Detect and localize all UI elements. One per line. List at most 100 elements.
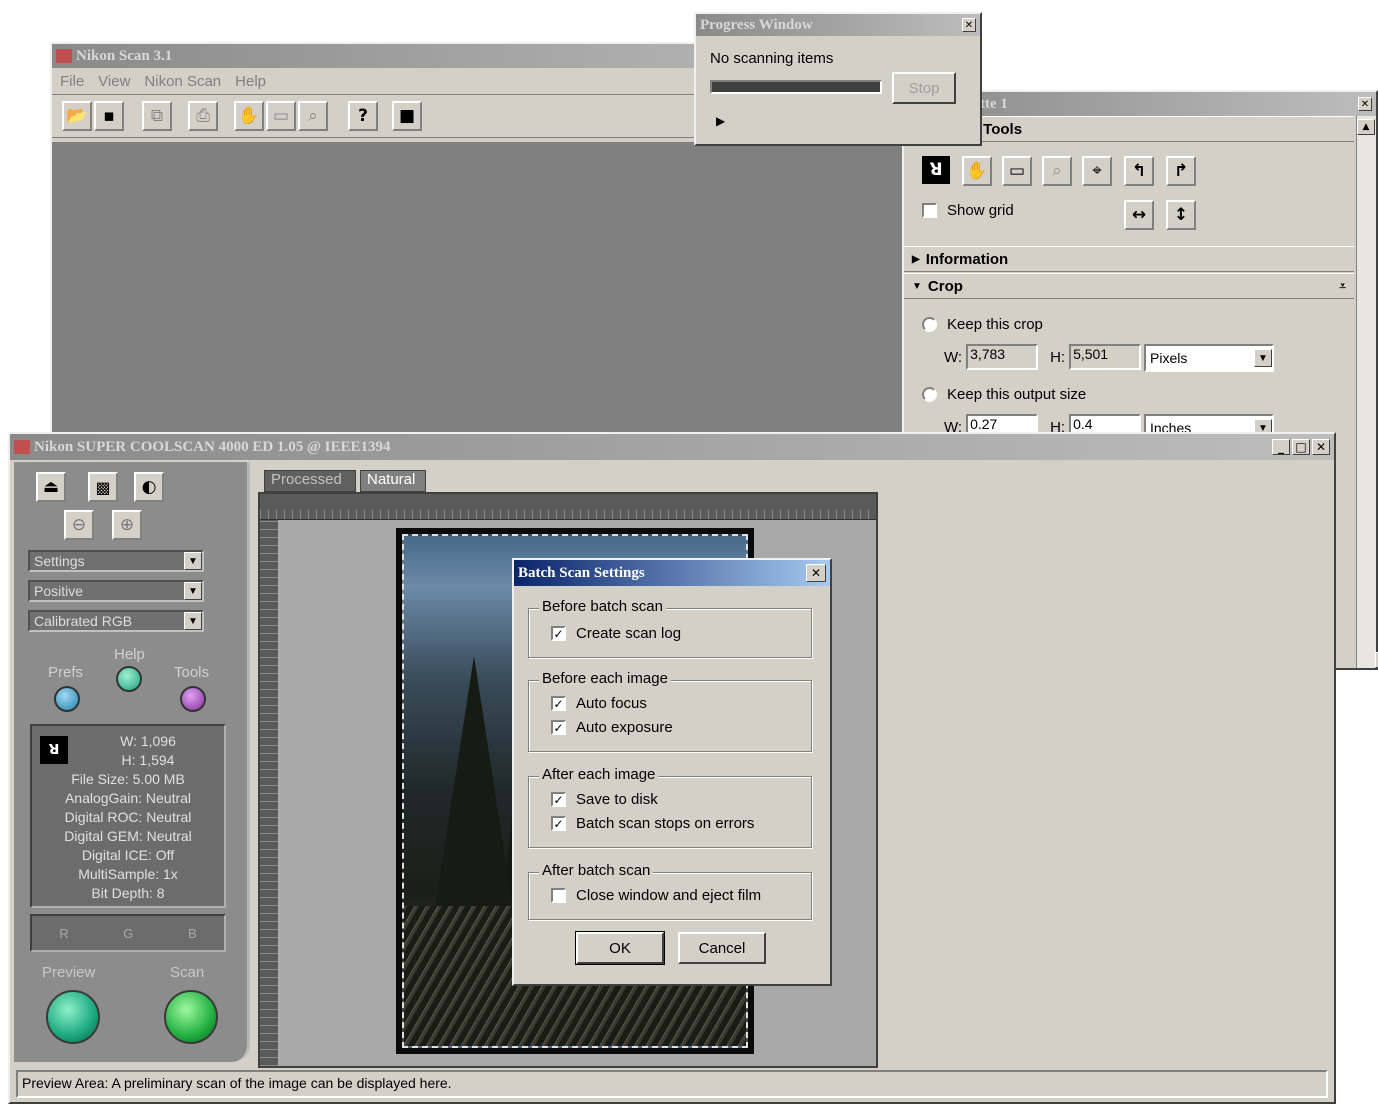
crop-section-header[interactable]: ▼ Crop ⩡ xyxy=(904,273,1354,299)
target-tool-icon[interactable]: ⌖ xyxy=(1082,156,1112,186)
save-icon[interactable]: ▪ xyxy=(94,101,124,131)
scroll-up-icon[interactable]: ▲ xyxy=(1357,119,1375,135)
group-label: After batch scan xyxy=(539,862,654,879)
keep-crop-option[interactable]: Keep this crop xyxy=(922,316,1043,333)
stop-button[interactable]: Stop xyxy=(892,72,956,104)
app-icon xyxy=(56,49,72,63)
grain-icon[interactable]: ▩ xyxy=(88,472,118,502)
auto-exposure-option[interactable]: ✓ Auto exposure xyxy=(551,719,673,736)
info-digital-gem: Digital GEM: Neutral xyxy=(64,828,192,844)
create-scan-log-option[interactable]: ✓ Create scan log xyxy=(551,625,681,642)
keep-crop-label: Keep this crop xyxy=(947,316,1043,333)
checkbox[interactable]: ✓ xyxy=(551,816,566,831)
checkbox[interactable] xyxy=(551,888,566,903)
tab-natural[interactable]: Natural xyxy=(360,470,426,492)
keep-output-option[interactable]: Keep this output size xyxy=(922,386,1086,403)
checkbox-label: Close window and eject film xyxy=(576,887,762,904)
tools-button[interactable] xyxy=(180,686,206,712)
chevron-down-icon[interactable]: ▼ xyxy=(184,612,202,630)
progress-bar-fill xyxy=(712,82,880,92)
vertical-ruler xyxy=(260,520,278,1066)
save-to-disk-option[interactable]: ✓ Save to disk xyxy=(551,791,658,808)
close-icon[interactable]: ✕ xyxy=(806,564,826,582)
expand-arrow-icon[interactable]: ▶ xyxy=(716,114,725,128)
color-space-select[interactable]: Calibrated RGB ▼ xyxy=(28,610,204,632)
dialog-titlebar[interactable]: Batch Scan Settings ✕ xyxy=(514,560,830,586)
crop-height-field[interactable]: 5,501 xyxy=(1069,344,1142,370)
rgb-readout: R G B xyxy=(30,914,226,952)
group-after-batch: After batch scan Close window and eject … xyxy=(528,862,812,920)
zoom-in-icon[interactable]: ⊕ xyxy=(112,510,142,540)
help-icon[interactable]: ? xyxy=(348,101,378,131)
show-grid-checkbox[interactable] xyxy=(922,203,937,218)
menu-view[interactable]: View xyxy=(98,73,130,90)
show-grid-label: Show grid xyxy=(947,202,1014,219)
preview-button[interactable] xyxy=(46,990,100,1044)
scan-button[interactable] xyxy=(164,990,218,1044)
film-type-select[interactable]: Positive ▼ xyxy=(28,580,204,602)
close-icon[interactable]: ✕ xyxy=(1358,97,1372,111)
crop-tool-icon[interactable]: ꓤ xyxy=(922,156,950,184)
print-icon[interactable]: ⎙ xyxy=(188,101,218,131)
marquee-icon[interactable]: ▭ xyxy=(266,101,296,131)
zoom-icon[interactable]: ⌕ xyxy=(298,101,328,131)
close-eject-option[interactable]: Close window and eject film xyxy=(551,887,761,904)
rotate-left-icon[interactable]: ↰ xyxy=(1124,156,1154,186)
auto-focus-option[interactable]: ✓ Auto focus xyxy=(551,695,647,712)
expand-arrow-icon: ▶ xyxy=(912,253,920,265)
hand-icon[interactable]: ✋ xyxy=(234,101,264,131)
section-menu-icon[interactable]: ⩡ xyxy=(1339,279,1346,294)
checkbox[interactable]: ✓ xyxy=(551,626,566,641)
scanner-titlebar[interactable]: Nikon SUPER COOLSCAN 4000 ED 1.05 @ IEEE… xyxy=(10,434,1334,460)
chevron-down-icon[interactable]: ▼ xyxy=(1254,349,1272,367)
checkbox[interactable]: ✓ xyxy=(551,792,566,807)
stop-on-errors-option[interactable]: ✓ Batch scan stops on errors xyxy=(551,815,754,832)
minimize-icon[interactable]: _ xyxy=(1272,439,1290,455)
progress-titlebar[interactable]: Progress Window ✕ xyxy=(696,14,980,36)
eject-icon[interactable]: ⏏ xyxy=(36,472,66,502)
info-bit-depth: Bit Depth: 8 xyxy=(91,885,165,901)
zoom-tool-icon[interactable]: ⌕ xyxy=(1042,156,1072,186)
chevron-down-icon[interactable]: ▼ xyxy=(184,582,202,600)
crop-width-field[interactable]: 3,783 xyxy=(966,344,1039,370)
group-before-each: Before each image ✓ Auto focus ✓ Auto ex… xyxy=(528,670,812,752)
menu-file[interactable]: File xyxy=(60,73,84,90)
group-before-batch: Before batch scan ✓ Create scan log xyxy=(528,598,812,658)
image-info-panel: ꓤ W: 1,096 H: 1,594 File Size: 5.00 MB A… xyxy=(30,724,226,908)
help-button[interactable] xyxy=(116,666,142,692)
tab-processed[interactable]: Processed xyxy=(264,470,356,492)
show-grid-row[interactable]: Show grid xyxy=(922,202,1014,219)
contrast-icon[interactable]: ◐ xyxy=(134,472,164,502)
menu-nikon-scan[interactable]: Nikon Scan xyxy=(144,73,221,90)
palette-scrollbar[interactable]: ▲ ▼ xyxy=(1356,116,1378,668)
open-folder-icon[interactable]: 📂 xyxy=(62,101,92,131)
checkbox[interactable]: ✓ xyxy=(551,720,566,735)
keep-crop-radio[interactable] xyxy=(922,317,937,332)
crop-unit-select[interactable]: Pixels ▼ xyxy=(1144,344,1274,372)
chevron-down-icon[interactable]: ▼ xyxy=(184,552,202,570)
info-multisample: MultiSample: 1x xyxy=(78,866,178,882)
rotate-right-icon[interactable]: ↱ xyxy=(1166,156,1196,186)
zoom-out-icon[interactable]: ⊖ xyxy=(64,510,94,540)
horizontal-ruler xyxy=(260,494,876,520)
prefs-button[interactable] xyxy=(54,686,80,712)
close-icon[interactable]: ✕ xyxy=(1312,439,1330,455)
tree-silhouette xyxy=(434,656,514,916)
scanner-icon[interactable]: ■ xyxy=(392,101,422,131)
flip-vertical-icon[interactable]: ↕ xyxy=(1166,200,1196,230)
information-section-header[interactable]: ▶ Information xyxy=(904,246,1354,272)
ok-button[interactable]: OK xyxy=(575,931,665,965)
flip-horizontal-icon[interactable]: ↔ xyxy=(1124,200,1154,230)
settings-select[interactable]: Settings ▼ xyxy=(28,550,204,572)
hand-tool-icon[interactable]: ✋ xyxy=(962,156,992,186)
crop-size-row: W: 3,783 H: 5,501 xyxy=(944,344,1142,370)
progress-bar xyxy=(710,80,882,94)
copy-icon[interactable]: ⧉ xyxy=(142,101,172,131)
cancel-button[interactable]: Cancel xyxy=(678,932,766,964)
checkbox[interactable]: ✓ xyxy=(551,696,566,711)
keep-output-radio[interactable] xyxy=(922,387,937,402)
maximize-icon[interactable]: □ xyxy=(1292,439,1310,455)
menu-help[interactable]: Help xyxy=(235,73,266,90)
close-icon[interactable]: ✕ xyxy=(962,18,976,32)
selection-tool-icon[interactable]: ▭ xyxy=(1002,156,1032,186)
